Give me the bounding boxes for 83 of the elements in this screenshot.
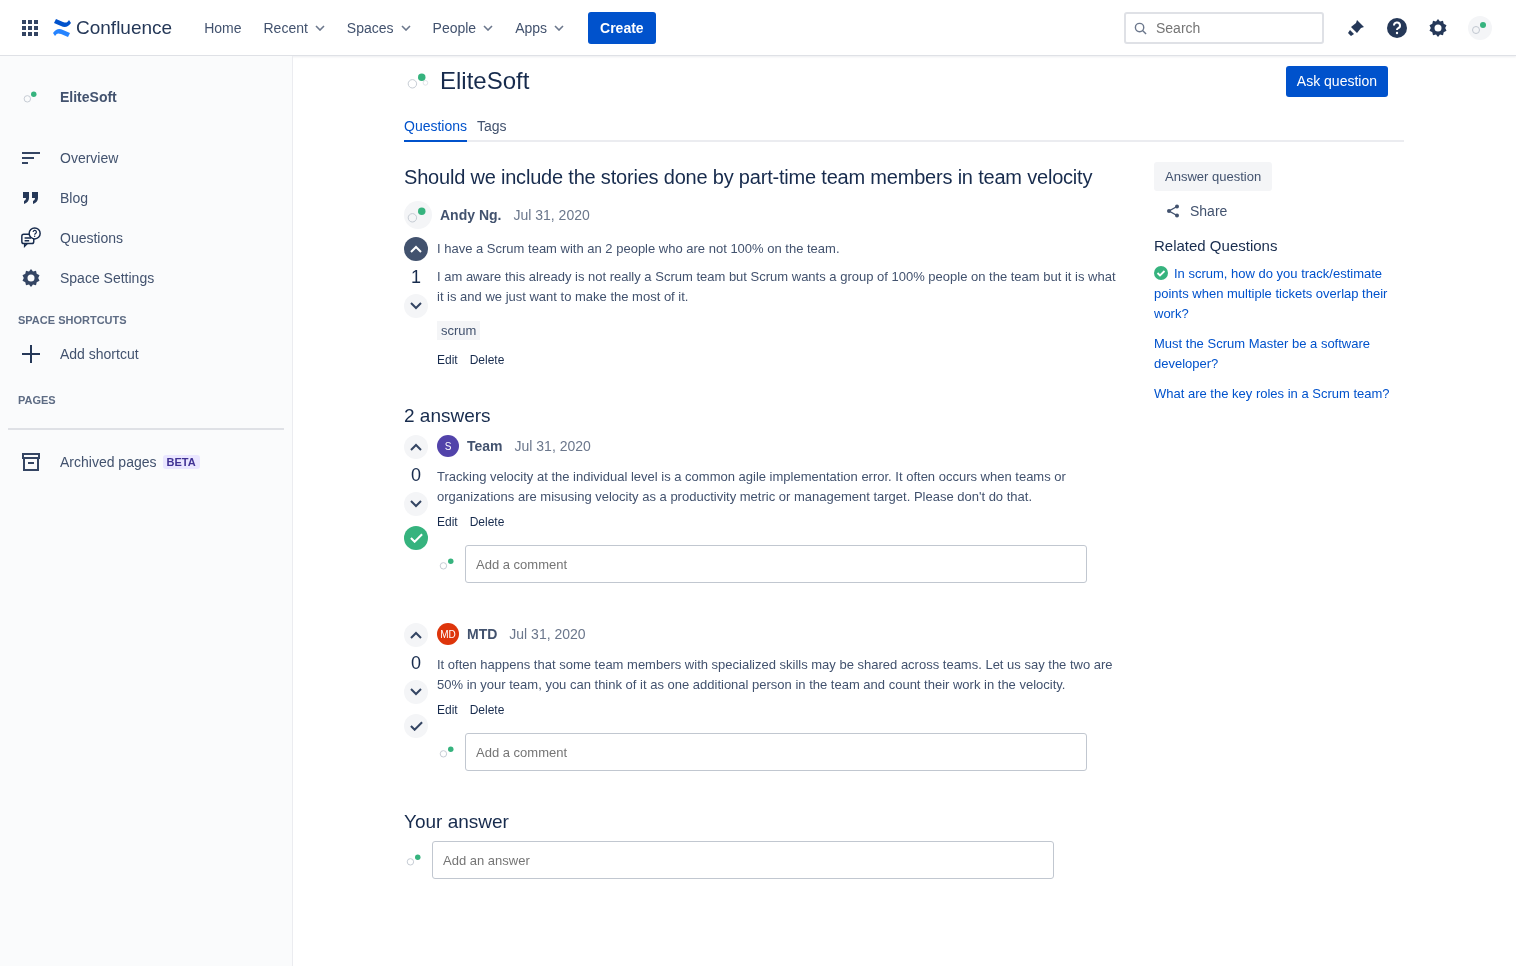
lines-icon: [20, 151, 42, 165]
action-link[interactable]: Delete: [469, 515, 505, 529]
question-text: I have a Scrum team with an 2 people who are not 100% on the team.: [437, 240, 841, 258]
post-date: Jul 31, 2020: [509, 626, 586, 642]
checkmark-icon: [409, 533, 423, 543]
settings-icon: [20, 268, 42, 288]
answer-text: It often happens that some team members with specialized skills may be shared across teams. Let us say the two are 50% in your team, you can think of it as one additional person in the team and count their work in the velocity.: [437, 656, 1114, 694]
answer-text: Tracking velocity at the individual level is a common agile implementation error. It often occurs when teams or organizations are misusing velocity as a productivity metric or management target. Please don't do that.: [437, 468, 1067, 506]
chevron-down-icon: [410, 500, 422, 508]
author-name[interactable]: Andy Ng.: [440, 207, 502, 223]
downvote-button[interactable]: [404, 680, 428, 704]
nav-menu[interactable]: People: [422, 13, 504, 42]
action-link[interactable]: Delete: [469, 353, 505, 367]
app-grid-icon[interactable]: [22, 19, 38, 36]
related-heading: Related Questions: [1154, 237, 1279, 254]
downvote-button[interactable]: [404, 492, 428, 516]
chevron-up-icon: [410, 443, 422, 451]
checkmark-icon: [409, 721, 423, 731]
your-answer-heading: Your answer: [404, 811, 510, 833]
help-icon[interactable]: [1386, 16, 1408, 39]
action-link[interactable]: Edit: [437, 353, 458, 367]
chevron-down-icon: [410, 688, 422, 696]
sidebar-item[interactable]: Archived pages BETA: [8, 442, 284, 482]
related-question-link[interactable]: What are the key roles in a Scrum team?: [1154, 384, 1404, 404]
post-date: Jul 31, 2020: [514, 438, 591, 454]
space-name[interactable]: EliteSoft: [60, 89, 117, 105]
tag[interactable]: scrum: [437, 321, 481, 340]
chevron-up-icon: [410, 631, 422, 639]
related-question-link[interactable]: Must the Scrum Master be a software developer?: [1154, 334, 1404, 374]
answers-heading: 2 answers: [404, 405, 492, 427]
comment-field[interactable]: Add a comment: [465, 733, 1087, 771]
app-name[interactable]: Confluence: [76, 16, 173, 39]
action-link[interactable]: Edit: [437, 703, 458, 717]
question-text: I am aware this already is not really a Scrum team but Scrum wants a group of 100% people on the team but it is what it is and we just want to make the most of it.: [437, 268, 1117, 306]
sidebar-item[interactable]: Blog: [8, 178, 284, 218]
ask-question-button[interactable]: Ask question: [1285, 65, 1388, 97]
section-heading: SPACE SHORTCUTS: [17, 314, 128, 326]
vote-count: 1: [411, 267, 421, 288]
user-avatar: S: [437, 435, 459, 457]
user-avatar: MD: [437, 623, 459, 645]
share-button[interactable]: Share: [1154, 203, 1240, 219]
action-link[interactable]: Edit: [437, 515, 458, 529]
create-button[interactable]: Create: [588, 11, 656, 44]
nav-menu[interactable]: Home: [194, 13, 252, 42]
answer-field[interactable]: Add an answer: [432, 841, 1054, 879]
author-name[interactable]: MTD: [467, 626, 498, 642]
chevron-down-icon: [410, 302, 422, 310]
vote-count: 0: [411, 653, 421, 674]
sidebar-item[interactable]: Overview: [8, 138, 284, 178]
answer-question-button[interactable]: Answer question: [1154, 162, 1273, 191]
chevron-up-icon: [410, 245, 422, 253]
nav-menu[interactable]: Spaces: [336, 13, 421, 42]
sidebar-item[interactable]: Questions: [8, 218, 284, 258]
search-icon: [1134, 21, 1147, 35]
nav-menu[interactable]: Recent: [253, 13, 335, 42]
archive-icon: [20, 453, 42, 471]
search-field[interactable]: Search: [1124, 11, 1324, 44]
sidebar-item[interactable]: Space Settings: [8, 258, 284, 298]
upvote-button[interactable]: [404, 237, 428, 261]
vote-count: 0: [411, 465, 421, 486]
tab[interactable]: Questions: [404, 114, 468, 142]
avatar-icon[interactable]: [1468, 15, 1492, 40]
accept-button[interactable]: [404, 714, 428, 738]
logo-icon: [52, 18, 72, 37]
related-question-link[interactable]: In scrum, how do you track/estimate points when multiple tickets overlap their work?: [1154, 264, 1404, 324]
space-title: EliteSoft: [440, 67, 530, 95]
author-name[interactable]: Team: [467, 438, 503, 454]
comment-field[interactable]: Add a comment: [465, 545, 1087, 583]
downvote-button[interactable]: [404, 294, 428, 318]
section-heading: PAGES: [17, 394, 57, 406]
add-shortcut-item[interactable]: Add shortcut: [8, 334, 284, 374]
question-title: Should we include the stories done by part-time team members in team velocity: [404, 166, 1094, 189]
question-bubble-icon: [20, 227, 42, 249]
action-link[interactable]: Delete: [469, 703, 505, 717]
post-date: Jul 31, 2020: [513, 207, 590, 223]
upvote-button[interactable]: [404, 435, 428, 459]
settings-icon[interactable]: [1428, 17, 1448, 38]
plus-icon: [20, 344, 42, 364]
nav-menu[interactable]: Apps: [505, 13, 575, 42]
upvote-button[interactable]: [404, 623, 428, 647]
tab[interactable]: Tags: [477, 114, 507, 142]
share-icon: [1166, 204, 1180, 218]
avatar-icon: [404, 201, 432, 229]
